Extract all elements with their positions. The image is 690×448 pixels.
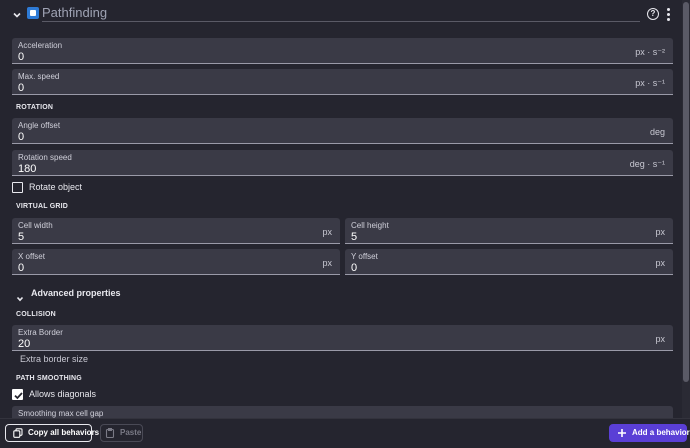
checkbox-label: Allows diagonals bbox=[29, 389, 97, 399]
help-icon[interactable]: ? bbox=[647, 8, 659, 20]
copy-button-label: Copy all behaviors bbox=[28, 428, 100, 437]
y-offset-field[interactable]: Y offset 0 px bbox=[345, 249, 673, 275]
field-value: 0 bbox=[18, 51, 25, 63]
section-title-rotation: ROTATION bbox=[16, 104, 54, 111]
field-label: Max. speed bbox=[18, 72, 60, 81]
field-value: 5 bbox=[18, 231, 25, 243]
allows-diagonals-checkbox[interactable] bbox=[12, 389, 23, 400]
cell-height-field[interactable]: Cell height 5 px bbox=[345, 218, 673, 244]
section-title-path-smoothing: PATH SMOOTHING bbox=[16, 375, 82, 382]
allows-diagonals-checkbox-row[interactable]: Allows diagonals bbox=[12, 389, 132, 401]
field-value: 0 bbox=[351, 262, 358, 274]
bottom-toolbar: Copy all behaviors Paste Add a behavior bbox=[0, 418, 690, 448]
angle-offset-field[interactable]: Angle offset 0 deg bbox=[12, 118, 673, 144]
paste-button-label: Paste bbox=[120, 428, 142, 437]
behavior-header: Pathfinding ? bbox=[0, 0, 682, 30]
max-speed-field[interactable]: Max. speed 0 px · s⁻¹ bbox=[12, 69, 673, 95]
field-unit: deg · s⁻¹ bbox=[629, 159, 665, 169]
more-options-icon[interactable] bbox=[667, 8, 671, 21]
vertical-scrollbar[interactable] bbox=[682, 0, 690, 418]
field-unit: px bbox=[322, 227, 332, 237]
field-unit: px bbox=[322, 258, 332, 268]
field-value: 0 bbox=[18, 82, 25, 94]
field-value: 0 bbox=[18, 262, 25, 274]
field-label: X offset bbox=[18, 252, 45, 261]
section-title-virtual-grid: VIRTUAL GRID bbox=[16, 203, 69, 210]
field-value: 180 bbox=[18, 163, 37, 175]
behavior-panel: Pathfinding ? Acceleration 0 px · s⁻² Ma… bbox=[0, 0, 690, 448]
field-label: Smoothing max cell gap bbox=[18, 409, 104, 418]
field-value: 0 bbox=[18, 131, 25, 143]
field-unit: px bbox=[655, 258, 665, 268]
rotate-object-checkbox-row[interactable]: Rotate object bbox=[12, 182, 132, 194]
behavior-name-text: Pathfinding bbox=[42, 5, 108, 20]
paste-button[interactable]: Paste bbox=[100, 424, 143, 442]
plus-icon bbox=[617, 428, 627, 438]
add-behavior-label: Add a behavior bbox=[632, 428, 690, 437]
behavior-name-field[interactable]: Pathfinding bbox=[42, 4, 640, 22]
section-title-collision: COLLISION bbox=[16, 311, 56, 318]
pathfinding-behavior-icon bbox=[27, 7, 39, 19]
cell-width-field[interactable]: Cell width 5 px bbox=[12, 218, 340, 244]
field-label: Rotation speed bbox=[18, 153, 72, 162]
collapse-chevron-icon[interactable] bbox=[12, 10, 22, 20]
field-label: Y offset bbox=[351, 252, 378, 261]
field-value: 5 bbox=[351, 231, 358, 243]
advanced-properties-label: Advanced properties bbox=[31, 288, 121, 298]
field-label: Acceleration bbox=[18, 41, 63, 50]
field-label: Cell width bbox=[18, 221, 53, 230]
smoothing-max-cell-gap-field[interactable]: Smoothing max cell gap bbox=[12, 406, 673, 418]
advanced-properties-toggle[interactable]: Advanced properties bbox=[16, 288, 136, 302]
copy-icon bbox=[13, 428, 23, 438]
extra-border-field[interactable]: Extra Border 20 px bbox=[12, 325, 673, 351]
acceleration-field[interactable]: Acceleration 0 px · s⁻² bbox=[12, 38, 673, 64]
field-unit: px · s⁻² bbox=[635, 47, 665, 57]
scrollbar-thumb[interactable] bbox=[683, 2, 689, 382]
rotation-speed-field[interactable]: Rotation speed 180 deg · s⁻¹ bbox=[12, 150, 673, 176]
add-behavior-button[interactable]: Add a behavior bbox=[609, 424, 690, 442]
checkbox-label: Rotate object bbox=[29, 182, 83, 192]
copy-all-behaviors-button[interactable]: Copy all behaviors bbox=[5, 424, 99, 442]
field-label: Cell height bbox=[351, 221, 389, 230]
field-unit: px bbox=[655, 227, 665, 237]
field-unit: px · s⁻¹ bbox=[635, 78, 665, 88]
x-offset-field[interactable]: X offset 0 px bbox=[12, 249, 340, 275]
clipboard-icon bbox=[105, 428, 115, 439]
field-unit: deg bbox=[649, 127, 665, 137]
field-label: Angle offset bbox=[18, 121, 61, 130]
behavior-scroll-area: Pathfinding ? Acceleration 0 px · s⁻² Ma… bbox=[0, 0, 682, 418]
extra-border-helper-text: Extra border size bbox=[20, 354, 89, 364]
field-unit: px bbox=[655, 334, 665, 344]
advanced-chevron-down-icon bbox=[16, 290, 24, 308]
rotate-object-checkbox[interactable] bbox=[12, 182, 23, 193]
field-value: 20 bbox=[18, 338, 31, 350]
field-label: Extra Border bbox=[18, 328, 63, 337]
